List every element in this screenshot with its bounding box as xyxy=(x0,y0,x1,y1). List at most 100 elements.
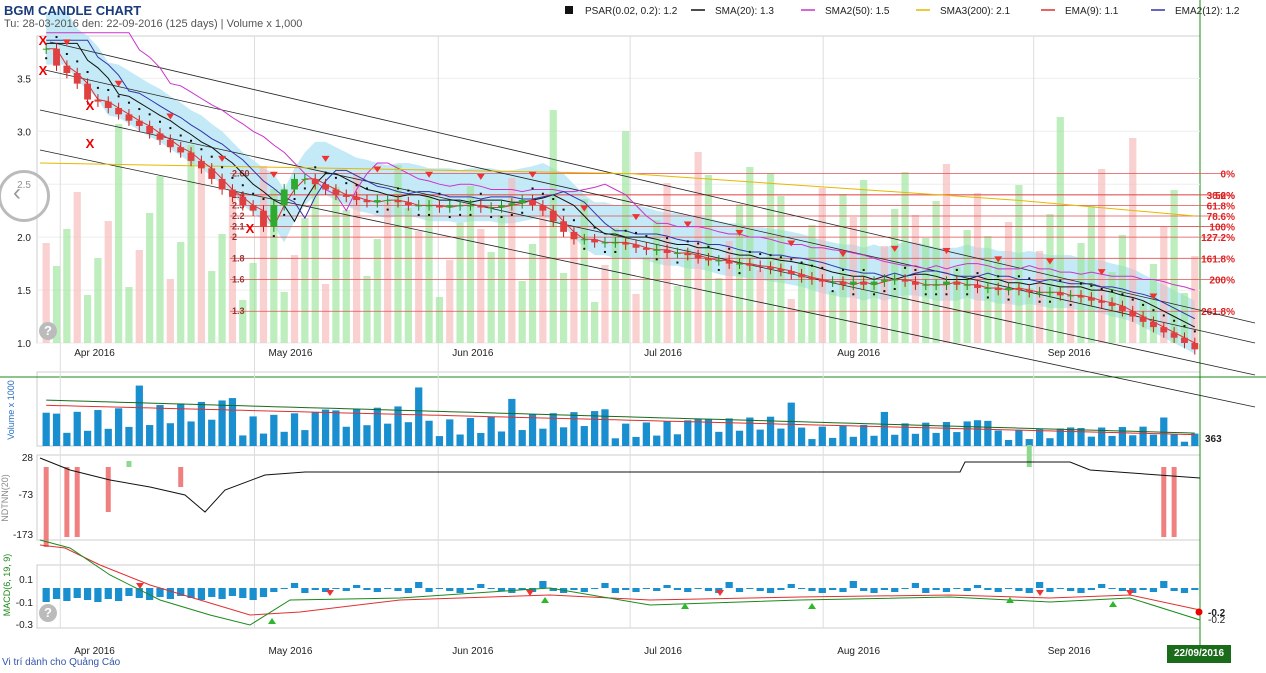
candle-body xyxy=(146,125,154,134)
volume-bar xyxy=(559,427,568,446)
psar-dot xyxy=(955,268,958,271)
candle-body xyxy=(818,279,826,282)
volume-bar xyxy=(829,437,837,446)
back-button[interactable]: ‹ xyxy=(0,170,50,222)
chart-subtitle: Tu: 28-03-2016 den: 22-09-2016 (125 days… xyxy=(4,18,303,30)
macd-histogram-bar xyxy=(42,588,50,602)
fib-level-label: 61.8% xyxy=(1207,201,1235,212)
macd-histogram-bar xyxy=(208,588,216,597)
help-icon[interactable]: ? xyxy=(39,322,57,340)
candle-body xyxy=(373,200,381,203)
psar-dot xyxy=(924,293,927,296)
psar-dot xyxy=(107,88,110,91)
macd-sell-marker xyxy=(1036,590,1044,596)
psar-dot xyxy=(365,187,368,190)
candle-body xyxy=(963,284,971,286)
background-volume-bar xyxy=(901,172,909,343)
psar-dot xyxy=(1121,293,1124,296)
macd-last-point xyxy=(1195,608,1203,616)
macd-signal-line xyxy=(39,544,1201,616)
candle-body xyxy=(632,244,640,248)
macd-histogram-bar xyxy=(642,588,650,589)
volume-bar xyxy=(849,436,857,446)
macd-histogram-bar xyxy=(746,588,754,589)
candle-body xyxy=(539,205,547,211)
macd-histogram-bar xyxy=(704,588,713,591)
psar-dot xyxy=(262,198,265,201)
volume-bar xyxy=(797,427,806,446)
volume-bar xyxy=(653,435,661,446)
candle-body xyxy=(1056,292,1064,296)
volume-bar xyxy=(870,435,878,446)
volume-bar xyxy=(301,430,309,446)
macd-histogram-bar xyxy=(259,588,268,597)
macd-histogram-bar xyxy=(63,588,71,601)
volume-bar xyxy=(963,421,971,446)
psar-dot xyxy=(1017,275,1020,278)
macd-histogram-bar xyxy=(797,588,806,589)
background-volume-bar xyxy=(446,260,454,343)
legend-item: EMA2(12): 1.2 xyxy=(1151,6,1240,17)
x-tick-label: Jul 2016 xyxy=(644,348,682,359)
background-volume-bar xyxy=(487,252,495,343)
macd-histogram-bar xyxy=(280,588,288,589)
macd-histogram-bar xyxy=(663,585,671,588)
macd-histogram-bar xyxy=(580,588,588,592)
ndtnn-line xyxy=(39,457,1201,513)
macd-histogram-bar xyxy=(415,582,423,588)
candle-body xyxy=(570,231,578,240)
reversal-x-marker: X xyxy=(246,221,255,236)
psar-dot xyxy=(738,272,741,275)
volume-bar xyxy=(114,408,123,446)
volume-bar xyxy=(777,428,785,446)
background-volume-bar xyxy=(601,265,609,343)
x-tick-label: May 2016 xyxy=(268,646,312,657)
macd-histogram-bar xyxy=(570,588,578,590)
psar-dot xyxy=(893,288,896,291)
macd-histogram-bar xyxy=(73,588,81,598)
background-volume-bar xyxy=(528,244,537,343)
y-tick-label: 3.0 xyxy=(17,127,31,138)
volume-bar xyxy=(466,418,475,446)
chart-canvas[interactable]: PSAR(0.02, 0.2): 1.2 SMA(20): 1.3 SMA2(50)… xyxy=(0,0,1266,673)
macd-histogram-bar xyxy=(197,588,206,600)
psar-dot xyxy=(1048,300,1051,303)
y-tick-label: 1.0 xyxy=(17,339,31,350)
chart-title: BGM CANDLE CHART xyxy=(4,3,142,18)
psar-dot xyxy=(479,192,482,195)
ndtnn-bar xyxy=(178,467,184,487)
volume-bar xyxy=(477,432,485,446)
volume-bar xyxy=(911,433,920,446)
macd-tick-label: -0.1 xyxy=(16,598,34,609)
psar-dot xyxy=(179,134,182,137)
help-icon[interactable]: ? xyxy=(39,604,57,622)
candle-body xyxy=(63,65,71,74)
candle-body xyxy=(580,239,588,241)
candle-body xyxy=(1025,290,1033,293)
macd-histogram-bar xyxy=(301,588,309,593)
macd-histogram-bar xyxy=(849,581,857,588)
psar-dot xyxy=(334,176,337,179)
psar-dot xyxy=(945,293,948,296)
macd-histogram-bar xyxy=(83,588,92,600)
psar-dot xyxy=(810,264,813,267)
psar-dot xyxy=(1079,282,1082,285)
y-tick-label: 2.0 xyxy=(17,233,31,244)
macd-histogram-bar xyxy=(673,588,682,590)
psar-dot xyxy=(904,266,907,269)
macd-histogram-bar xyxy=(1170,588,1178,591)
background-volume-bar xyxy=(456,223,464,343)
volume-bar xyxy=(839,425,847,446)
macd-histogram-bar xyxy=(104,588,112,599)
candle-body xyxy=(42,48,50,50)
candle-body xyxy=(808,277,816,280)
volume-axis-label: Volume x 1000 xyxy=(6,380,16,440)
macd-histogram-bar xyxy=(404,588,412,593)
ndtnn-bar xyxy=(1171,467,1177,537)
volume-bar xyxy=(104,428,112,446)
psar-dot xyxy=(1038,300,1041,303)
psar-dot xyxy=(1142,303,1145,306)
macd-buy-marker xyxy=(541,597,549,603)
volume-bar xyxy=(177,403,185,446)
candle-body xyxy=(425,205,433,207)
